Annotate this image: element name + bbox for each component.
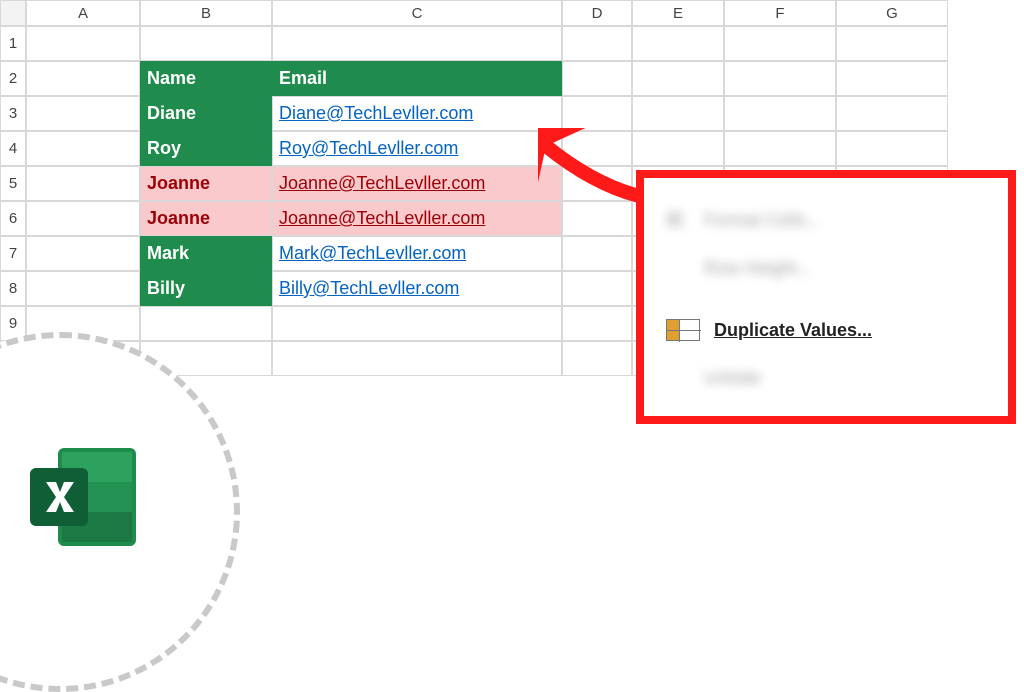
column-header-A[interactable]: A (26, 0, 140, 26)
email-link[interactable]: Joanne@TechLevller.com (279, 208, 485, 229)
cell-A4[interactable] (26, 131, 140, 166)
cell-D7[interactable] (562, 236, 632, 271)
cell-A5[interactable] (26, 166, 140, 201)
cell-A2[interactable] (26, 61, 140, 96)
cell-F3[interactable] (724, 96, 836, 131)
email-link[interactable]: Billy@TechLevller.com (279, 278, 459, 299)
name-cell-3[interactable]: Joanne (140, 166, 272, 201)
menu-item-unhide[interactable]: Unhide (666, 356, 986, 400)
cell-D5[interactable] (562, 166, 632, 201)
cell-E4[interactable] (632, 131, 724, 166)
menu-item-label: Unhide (704, 368, 761, 389)
cell-D3[interactable] (562, 96, 632, 131)
cell-A8[interactable] (26, 271, 140, 306)
excel-logo-icon (24, 442, 144, 552)
header-name-cell[interactable]: Name (140, 61, 272, 96)
row-header-2[interactable]: 2 (0, 61, 26, 96)
menu-item-row-height[interactable]: Row Height... (666, 246, 986, 290)
row-height-icon (666, 256, 690, 280)
cell-A1[interactable] (26, 26, 140, 61)
email-cell-1[interactable]: Diane@TechLevller.com (272, 96, 562, 131)
cell-G4[interactable] (836, 131, 948, 166)
column-header-E[interactable]: E (632, 0, 724, 26)
cell-F2[interactable] (724, 61, 836, 96)
row-header-6[interactable]: 6 (0, 201, 26, 236)
cell-D4[interactable] (562, 131, 632, 166)
cell-C1[interactable] (272, 26, 562, 61)
cell-D2[interactable] (562, 61, 632, 96)
row-4: Roy Roy@TechLevller.com (26, 131, 948, 166)
duplicate-values-icon (666, 319, 700, 341)
name-cell-5[interactable]: Mark (140, 236, 272, 271)
cell-C9[interactable] (272, 306, 562, 341)
row-2: NameEmail (26, 61, 948, 96)
column-header-C[interactable]: C (272, 0, 562, 26)
email-link[interactable]: Roy@TechLevller.com (279, 138, 458, 159)
row-header-4[interactable]: 4 (0, 131, 26, 166)
cell-G2[interactable] (836, 61, 948, 96)
row-1 (26, 26, 948, 61)
name-cell-1[interactable]: Diane (140, 96, 272, 131)
select-all-corner[interactable] (0, 0, 26, 26)
cell-F4[interactable] (724, 131, 836, 166)
menu-item-format-cells[interactable]: ▤ Format Cells... (666, 198, 986, 242)
row-header-3[interactable]: 3 (0, 96, 26, 131)
cell-A7[interactable] (26, 236, 140, 271)
row-header-7[interactable]: 7 (0, 236, 26, 271)
name-cell-4[interactable]: Joanne (140, 201, 272, 236)
menu-item-label: Row Height... (704, 258, 812, 279)
format-cells-icon: ▤ (666, 208, 690, 232)
cell-A6[interactable] (26, 201, 140, 236)
email-link[interactable]: Joanne@TechLevller.com (279, 173, 485, 194)
menu-item-label: Format Cells... (704, 210, 821, 231)
unhide-icon (666, 366, 690, 390)
context-menu-callout: ▤ Format Cells... Row Height... Duplicat… (636, 170, 1016, 424)
name-cell-6[interactable]: Billy (140, 271, 272, 306)
email-cell-4[interactable]: Joanne@TechLevller.com (272, 201, 562, 236)
column-headers: ABCDEFG (26, 0, 948, 26)
cell-G3[interactable] (836, 96, 948, 131)
cell-F1[interactable] (724, 26, 836, 61)
email-cell-2[interactable]: Roy@TechLevller.com (272, 131, 562, 166)
menu-item-duplicate-values[interactable]: Duplicate Values... (666, 308, 986, 352)
row-header-1[interactable]: 1 (0, 26, 26, 61)
cell-D6[interactable] (562, 201, 632, 236)
cell-B1[interactable] (140, 26, 272, 61)
row-header-8[interactable]: 8 (0, 271, 26, 306)
cell-B9[interactable] (140, 306, 272, 341)
email-cell-3[interactable]: Joanne@TechLevller.com (272, 166, 562, 201)
email-link[interactable]: Diane@TechLevller.com (279, 103, 473, 124)
row-3: Diane Diane@TechLevller.com (26, 96, 948, 131)
row-headers: 12345678910 (0, 26, 26, 376)
cell-D10[interactable] (562, 341, 632, 376)
cell-D9[interactable] (562, 306, 632, 341)
cell-C10[interactable] (272, 341, 562, 376)
row-header-5[interactable]: 5 (0, 166, 26, 201)
column-header-G[interactable]: G (836, 0, 948, 26)
name-cell-2[interactable]: Roy (140, 131, 272, 166)
cell-D8[interactable] (562, 271, 632, 306)
column-header-B[interactable]: B (140, 0, 272, 26)
cell-E3[interactable] (632, 96, 724, 131)
header-email-cell[interactable]: Email (272, 61, 562, 96)
menu-item-label: Duplicate Values... (714, 320, 872, 341)
cell-D1[interactable] (562, 26, 632, 61)
email-link[interactable]: Mark@TechLevller.com (279, 243, 466, 264)
cell-E2[interactable] (632, 61, 724, 96)
cell-G1[interactable] (836, 26, 948, 61)
cell-E1[interactable] (632, 26, 724, 61)
column-header-F[interactable]: F (724, 0, 836, 26)
cell-A3[interactable] (26, 96, 140, 131)
email-cell-6[interactable]: Billy@TechLevller.com (272, 271, 562, 306)
column-header-D[interactable]: D (562, 0, 632, 26)
email-cell-5[interactable]: Mark@TechLevller.com (272, 236, 562, 271)
